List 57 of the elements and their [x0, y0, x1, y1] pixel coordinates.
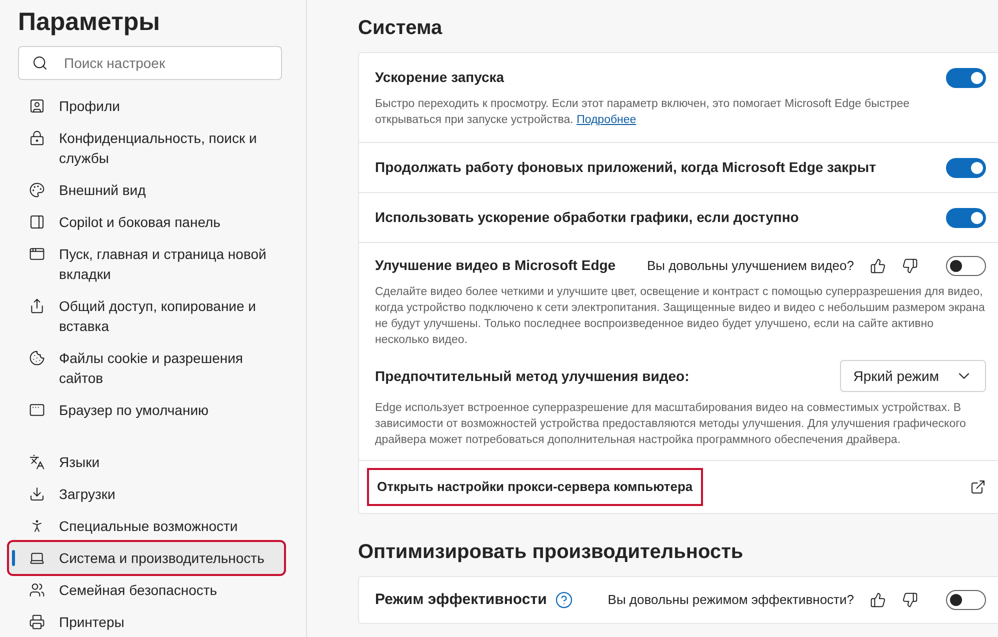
languages-icon	[29, 454, 45, 470]
setting-title: Ускорение запуска	[375, 68, 504, 87]
section-title: Система	[358, 16, 444, 40]
setting-title: Улучшение видео в Microsoft Edge	[375, 256, 616, 275]
setting-description: Быстро переходить к просмотру. Если этот параметр включен, это помогает Microsoft Edge быстрее открываться при запуске устройства. Подробнее	[375, 97, 911, 128]
toggle-switch[interactable]	[946, 68, 986, 88]
sidebar-item[interactable]: Принтеры	[9, 606, 284, 637]
page-title: Параметры	[18, 7, 161, 38]
sidebar-item[interactable]: Языки	[9, 446, 284, 478]
toggle-switch[interactable]	[946, 256, 986, 276]
sidebar-item[interactable]: Внешний вид	[9, 174, 284, 206]
sidebar-item[interactable]: Загрузки	[9, 478, 284, 510]
profile-icon	[29, 98, 45, 114]
thumbs-up-icon[interactable]	[870, 592, 886, 608]
sidebar-item[interactable]: Система и производительность	[9, 542, 284, 574]
sidebar-item[interactable]: Конфиденциальность, поиск и службы	[9, 122, 284, 174]
setting-description: Сделайте видео более четкими и улучшите цвет, освещение и контраст с помощью суперразрешения для видео, когда устройство подключено к сети электропитания. Защищенные видео и видео с небольшим размером экрана не будут улучшены. Только последнее воспроизведенное видео будет улучшено, если на сайте активно несколько видео.	[375, 285, 986, 348]
sidebar-item[interactable]: Семейная безопасность	[9, 574, 284, 606]
toggle-switch[interactable]	[946, 590, 986, 610]
setting-title: Предпочтительный метод улучшения видео:	[375, 366, 690, 386]
sidebar-item[interactable]: Copilot и боковая панель	[9, 206, 284, 238]
laptop-icon	[29, 550, 45, 566]
cookie-icon	[29, 350, 45, 366]
sidebar-item[interactable]: Общий доступ, копирование и вставка	[9, 290, 284, 342]
feedback-question: Вы довольны режимом эффективности?	[608, 591, 854, 609]
feedback-question: Вы довольны улучшением видео?	[646, 256, 854, 275]
sidebar-item[interactable]: Файлы cookie и разрешения сайтов	[9, 342, 284, 394]
lock-icon	[29, 130, 45, 146]
setting-description: Edge использует встроенное суперразрешение для масштабирования видео на совместимых устройствах. В зависимости от возможностей устройства предоставляются методы улучшения. Для улучшения графического драйвера может потребоваться дополнительная настройка программного обеспечения драйвера.	[375, 401, 967, 448]
toggle-switch[interactable]	[946, 158, 986, 178]
share-icon	[29, 298, 45, 314]
sidebar-item[interactable]: Профили	[9, 90, 284, 122]
thumbs-down-icon[interactable]	[902, 592, 918, 608]
help-icon[interactable]	[554, 590, 573, 609]
sidebar-item[interactable]: Браузер по умолчанию	[9, 394, 284, 426]
proxy-settings-link[interactable]: Открыть настройки прокси-сервера компьютера	[367, 468, 703, 506]
sidebar-item[interactable]: Пуск, главная и страница новой вкладки	[9, 238, 284, 290]
learn-more-link[interactable]: Подробнее	[576, 114, 636, 126]
window-icon	[29, 246, 45, 262]
download-icon	[29, 486, 45, 502]
browser-icon	[29, 402, 45, 418]
search-icon	[32, 55, 48, 71]
external-link-icon[interactable]	[970, 478, 986, 495]
section-title: Оптимизировать производительность	[358, 540, 744, 564]
thumbs-down-icon[interactable]	[902, 258, 918, 274]
side-panel-icon	[29, 214, 45, 230]
setting-title: Режим эффективности	[375, 590, 547, 610]
setting-title: Использовать ускорение обработки графики, если доступно	[375, 208, 799, 227]
sidebar-item[interactable]: Специальные возможности	[9, 510, 284, 542]
toggle-switch[interactable]	[946, 208, 986, 228]
search-field[interactable]: Поиск настроек	[18, 46, 282, 80]
people-icon	[29, 582, 45, 598]
thumbs-up-icon[interactable]	[870, 258, 886, 274]
mode-dropdown[interactable]: Яркий режим	[840, 360, 986, 392]
printer-icon	[29, 614, 45, 630]
palette-icon	[29, 182, 45, 198]
setting-title: Продолжать работу фоновых приложений, когда Microsoft Edge закрыт	[375, 158, 876, 177]
